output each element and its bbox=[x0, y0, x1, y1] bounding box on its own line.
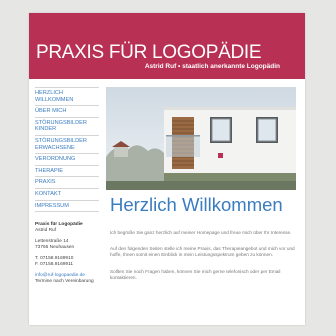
nav-link-ueber-mich[interactable]: ÜBER MICH bbox=[35, 108, 99, 115]
contact-email-link[interactable]: info@ruf-logopaedie.de bbox=[35, 273, 85, 278]
nav-link-impressum[interactable]: IMPRESSUM bbox=[35, 203, 99, 210]
sidebar: HERZLICH WILLKOMMEN ÜBER MICH STÖRUNGSBI… bbox=[35, 87, 99, 285]
page-container: PRAXIS FÜR LOGOPÄDIE Astrid Ruf • staatl… bbox=[29, 13, 305, 325]
practice-building-photo bbox=[106, 87, 296, 190]
intro-paragraph-2: Auf den folgenden Seiten stelle ich mein… bbox=[110, 246, 295, 257]
nav-item-ueber-mich: ÜBER MICH bbox=[35, 105, 99, 117]
nav-item-herzlich-willkommen: HERZLICH WILLKOMMEN bbox=[35, 87, 99, 105]
main-navigation: HERZLICH WILLKOMMEN ÜBER MICH STÖRUNGSBI… bbox=[35, 87, 99, 213]
nav-item-praxis: PRAXIS bbox=[35, 176, 99, 188]
nav-link-kontakt[interactable]: KONTAKT bbox=[35, 191, 99, 198]
intro-paragraph-3: Sollten Sie noch Fragen haben, können Si… bbox=[110, 269, 281, 280]
header-divider bbox=[29, 79, 305, 86]
header-banner: PRAXIS FÜR LOGOPÄDIE Astrid Ruf • staatl… bbox=[29, 13, 305, 79]
nav-item-stoerungsbilder-erwachsene: STÖRUNGSBILDER ERWACHSENE bbox=[35, 134, 99, 153]
nav-link-stoerungsbilder-erwachsene[interactable]: STÖRUNGSBILDER ERWACHSENE bbox=[35, 138, 99, 151]
nav-item-therapie: THERAPIE bbox=[35, 164, 99, 177]
nav-item-impressum: IMPRESSUM bbox=[35, 199, 99, 213]
site-title: PRAXIS FÜR LOGOPÄDIE bbox=[36, 42, 262, 63]
nav-link-stoerungsbilder-kinder[interactable]: STÖRUNGSBILDER KINDER bbox=[35, 120, 99, 133]
nav-item-verordnung: VERORDNUNG bbox=[35, 153, 99, 165]
site-subtitle: Astrid Ruf • staatlich anerkannte Logopä… bbox=[144, 63, 280, 70]
nav-link-verordnung[interactable]: VERORDNUNG bbox=[35, 156, 99, 163]
contact-note: Termine nach Vereinbarung bbox=[35, 279, 94, 285]
nav-link-therapie[interactable]: THERAPIE bbox=[35, 168, 99, 175]
nav-link-praxis[interactable]: PRAXIS bbox=[35, 179, 99, 186]
intro-paragraph-1: Ich begrüße Sie ganz herzlich auf meiner… bbox=[110, 230, 292, 235]
nav-item-kontakt: KONTAKT bbox=[35, 187, 99, 200]
nav-item-stoerungsbilder-kinder: STÖRUNGSBILDER KINDER bbox=[35, 116, 99, 135]
nav-link-herzlich-willkommen[interactable]: HERZLICH WILLKOMMEN bbox=[35, 90, 99, 103]
building-illustration bbox=[106, 87, 296, 190]
page-title: Herzlich Willkommen bbox=[110, 194, 283, 215]
contact-block: Praxis für Logopädie Astrid Ruf Lettenst… bbox=[35, 222, 99, 285]
